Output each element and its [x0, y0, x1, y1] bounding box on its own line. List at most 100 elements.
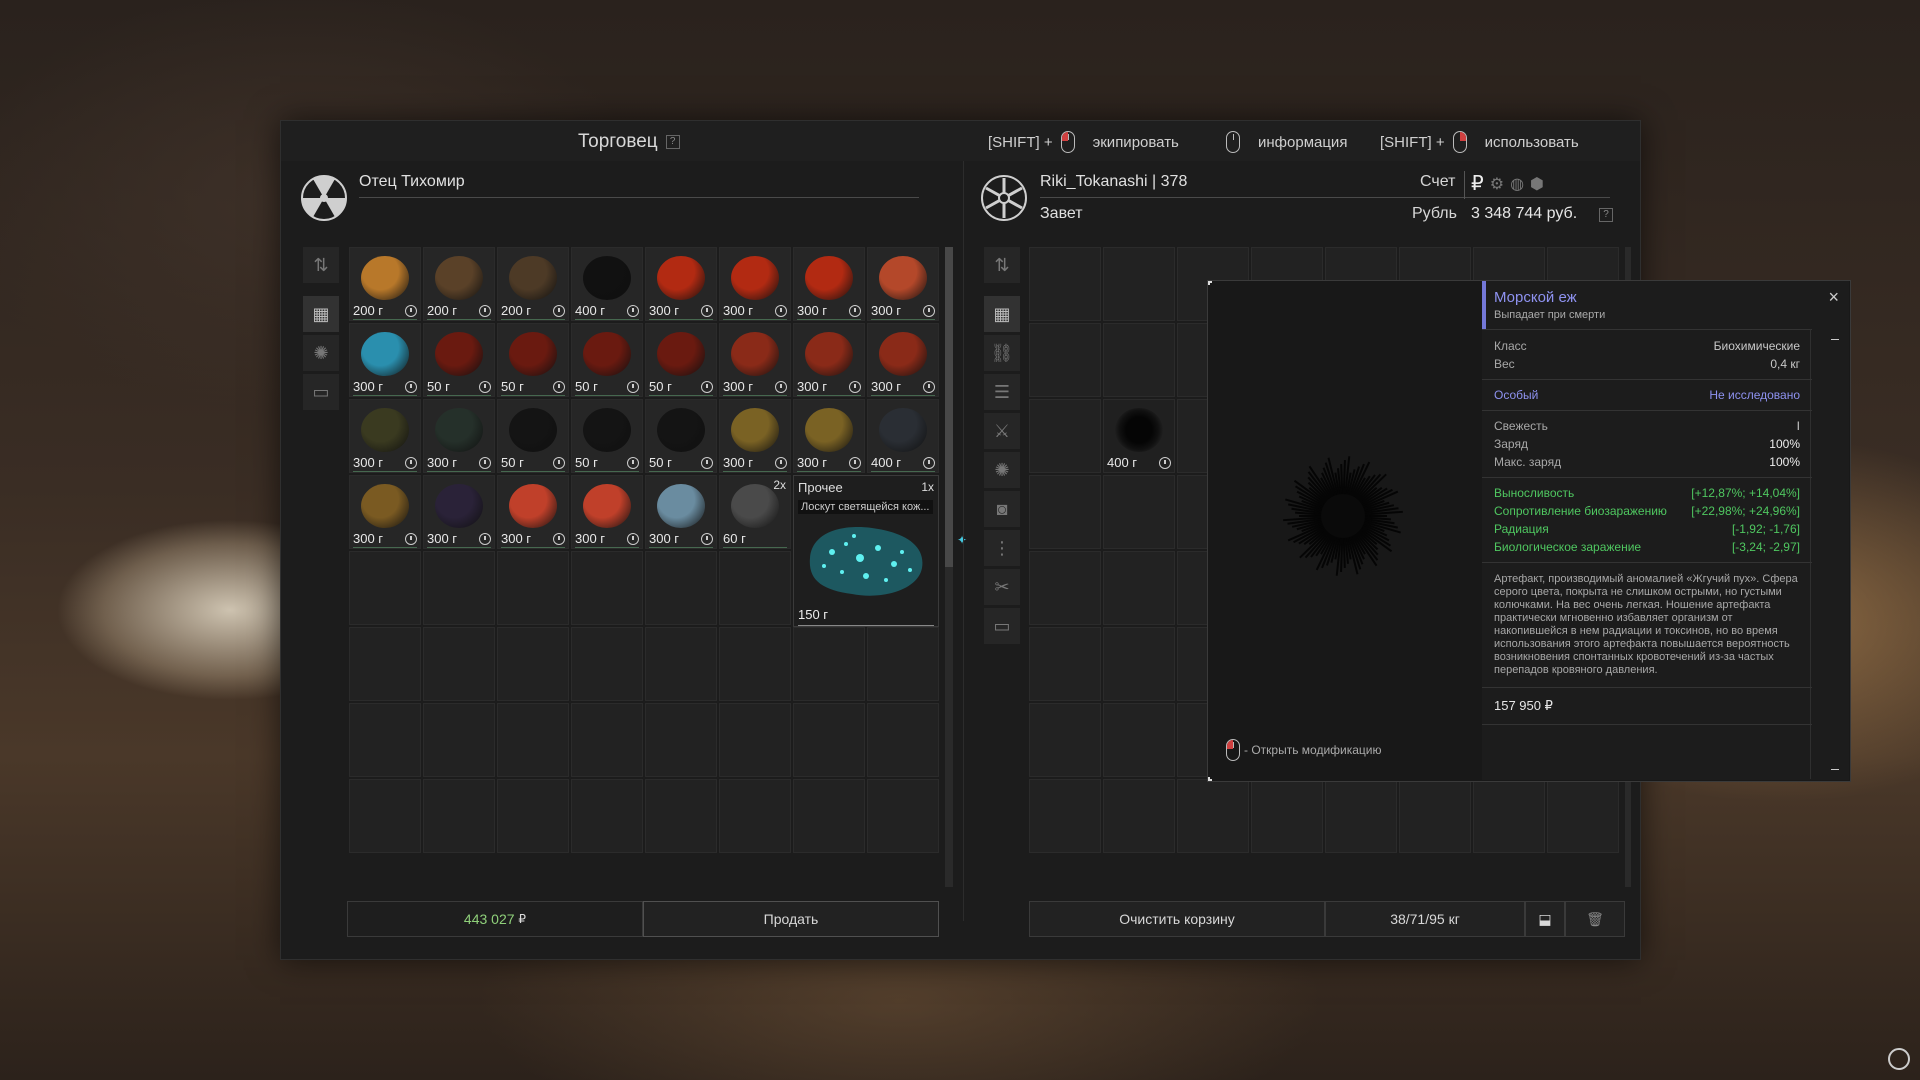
cart-slot[interactable] — [1029, 779, 1101, 853]
open-mod-hint[interactable]: - Открыть модификацию — [1226, 739, 1382, 761]
inventory-slot[interactable]: 50 г — [645, 323, 717, 397]
weight-lock-icon[interactable]: ⬓ — [1525, 901, 1565, 937]
inventory-slot[interactable]: 300 г — [719, 247, 791, 321]
help-icon[interactable]: ? — [665, 134, 680, 149]
inventory-slot[interactable]: 200 г — [423, 247, 495, 321]
inventory-slot[interactable] — [793, 703, 865, 777]
inventory-slot[interactable]: 300 г — [423, 475, 495, 549]
inventory-slot[interactable] — [497, 779, 569, 853]
grid-view-icon[interactable]: ▦ — [984, 296, 1020, 332]
coin-currency-icon[interactable]: ◍ — [1510, 174, 1524, 194]
artifact-filter-icon[interactable]: ✺ — [984, 452, 1020, 488]
cart-slot[interactable] — [1029, 475, 1101, 549]
cart-slot[interactable] — [1473, 779, 1545, 853]
inventory-slot[interactable] — [867, 703, 939, 777]
inventory-slot[interactable]: 60 г 2x — [719, 475, 791, 549]
link-icon[interactable]: ⛓ — [984, 335, 1020, 371]
trader-scrollbar[interactable] — [945, 247, 953, 887]
token-currency-icon[interactable]: ⬢ — [1530, 174, 1544, 194]
inventory-slot[interactable]: 300 г — [719, 323, 791, 397]
ammo-filter-icon[interactable]: ⋮ — [984, 530, 1020, 566]
ruble-icon[interactable]: ₽ — [1471, 171, 1484, 196]
inventory-slot[interactable] — [423, 779, 495, 853]
inventory-slot[interactable] — [349, 779, 421, 853]
inventory-slot[interactable]: 300 г — [645, 475, 717, 549]
cart-slot[interactable] — [1251, 779, 1323, 853]
clear-cart-button[interactable]: Очистить корзину — [1029, 901, 1325, 937]
featured-item[interactable]: Прочее 1x Лоскут светящейся кож... 150 г — [793, 475, 939, 627]
cart-slot[interactable] — [1177, 779, 1249, 853]
inventory-slot[interactable]: 300 г — [571, 475, 643, 549]
cart-slot[interactable] — [1029, 399, 1101, 473]
inventory-slot[interactable] — [423, 627, 495, 701]
inventory-slot[interactable]: 50 г — [497, 399, 569, 473]
inventory-slot[interactable] — [719, 703, 791, 777]
scroll-down-marker[interactable] — [1831, 769, 1839, 770]
balance-help-icon[interactable]: ? — [1599, 208, 1613, 222]
cart-slot[interactable] — [1029, 627, 1101, 701]
cart-slot[interactable] — [1325, 779, 1397, 853]
inventory-slot[interactable]: 300 г — [793, 399, 865, 473]
weapon-filter-icon[interactable]: ⚔ — [984, 413, 1020, 449]
inventory-slot[interactable]: 300 г — [349, 475, 421, 549]
inventory-slot[interactable] — [719, 627, 791, 701]
inventory-slot[interactable] — [719, 779, 791, 853]
inventory-slot[interactable] — [645, 703, 717, 777]
cart-slot[interactable] — [1029, 551, 1101, 625]
cart-slot[interactable] — [1547, 779, 1619, 853]
inventory-slot[interactable]: 300 г — [497, 475, 569, 549]
sell-button[interactable]: Продать — [643, 901, 939, 937]
inventory-slot[interactable]: 300 г — [793, 323, 865, 397]
inventory-slot[interactable] — [867, 627, 939, 701]
inventory-slot[interactable] — [571, 703, 643, 777]
container-filter-icon[interactable]: ▭ — [303, 374, 339, 410]
inventory-slot[interactable]: 200 г — [349, 247, 421, 321]
cart-slot[interactable] — [1103, 627, 1175, 701]
inventory-slot[interactable]: 300 г — [349, 323, 421, 397]
scroll-up-marker[interactable] — [1831, 339, 1839, 340]
tools-filter-icon[interactable]: ✂ — [984, 569, 1020, 605]
trader-scroll-thumb[interactable] — [945, 247, 953, 567]
inventory-slot[interactable]: 300 г — [867, 323, 939, 397]
inventory-slot[interactable] — [349, 627, 421, 701]
container-filter-icon[interactable]: ▭ — [984, 608, 1020, 644]
inventory-slot[interactable] — [645, 627, 717, 701]
inventory-slot[interactable]: 300 г — [719, 399, 791, 473]
armor-filter-icon[interactable]: ☰ — [984, 374, 1020, 410]
inventory-slot[interactable]: 200 г — [497, 247, 569, 321]
inventory-slot[interactable] — [423, 551, 495, 625]
inventory-slot[interactable] — [645, 779, 717, 853]
cart-slot[interactable] — [1103, 779, 1175, 853]
cart-slot[interactable] — [1399, 779, 1471, 853]
inventory-slot[interactable]: 300 г — [423, 399, 495, 473]
inventory-slot[interactable] — [349, 551, 421, 625]
inventory-slot[interactable] — [349, 703, 421, 777]
inventory-slot[interactable] — [423, 703, 495, 777]
cart-slot[interactable] — [1103, 247, 1175, 321]
inventory-slot[interactable]: 50 г — [571, 323, 643, 397]
inventory-slot[interactable]: 300 г — [349, 399, 421, 473]
cart-slot[interactable] — [1103, 323, 1175, 397]
inventory-slot[interactable] — [571, 551, 643, 625]
inventory-slot[interactable] — [867, 779, 939, 853]
inventory-slot[interactable] — [793, 779, 865, 853]
close-icon[interactable]: × — [1828, 287, 1839, 308]
inventory-slot[interactable] — [497, 703, 569, 777]
trash-icon[interactable]: 🗑 — [1565, 901, 1625, 937]
refresh-icon[interactable] — [1888, 1048, 1910, 1070]
inventory-slot[interactable]: 50 г — [497, 323, 569, 397]
inventory-slot[interactable] — [571, 627, 643, 701]
artifact-filter-icon[interactable]: ✺ — [303, 335, 339, 371]
sort-icon[interactable]: ⇅ — [303, 247, 339, 283]
inventory-slot[interactable] — [793, 627, 865, 701]
grid-view-icon[interactable]: ▦ — [303, 296, 339, 332]
inventory-slot[interactable]: 300 г — [645, 247, 717, 321]
inventory-slot[interactable] — [497, 551, 569, 625]
inventory-slot[interactable] — [645, 551, 717, 625]
inventory-slot[interactable]: 50 г — [571, 399, 643, 473]
inventory-slot[interactable]: 300 г — [867, 247, 939, 321]
cart-slot[interactable]: 400 г — [1103, 399, 1175, 473]
inventory-slot[interactable] — [497, 627, 569, 701]
cart-slot[interactable] — [1029, 247, 1101, 321]
gear-currency-icon[interactable]: ⚙ — [1490, 174, 1504, 194]
